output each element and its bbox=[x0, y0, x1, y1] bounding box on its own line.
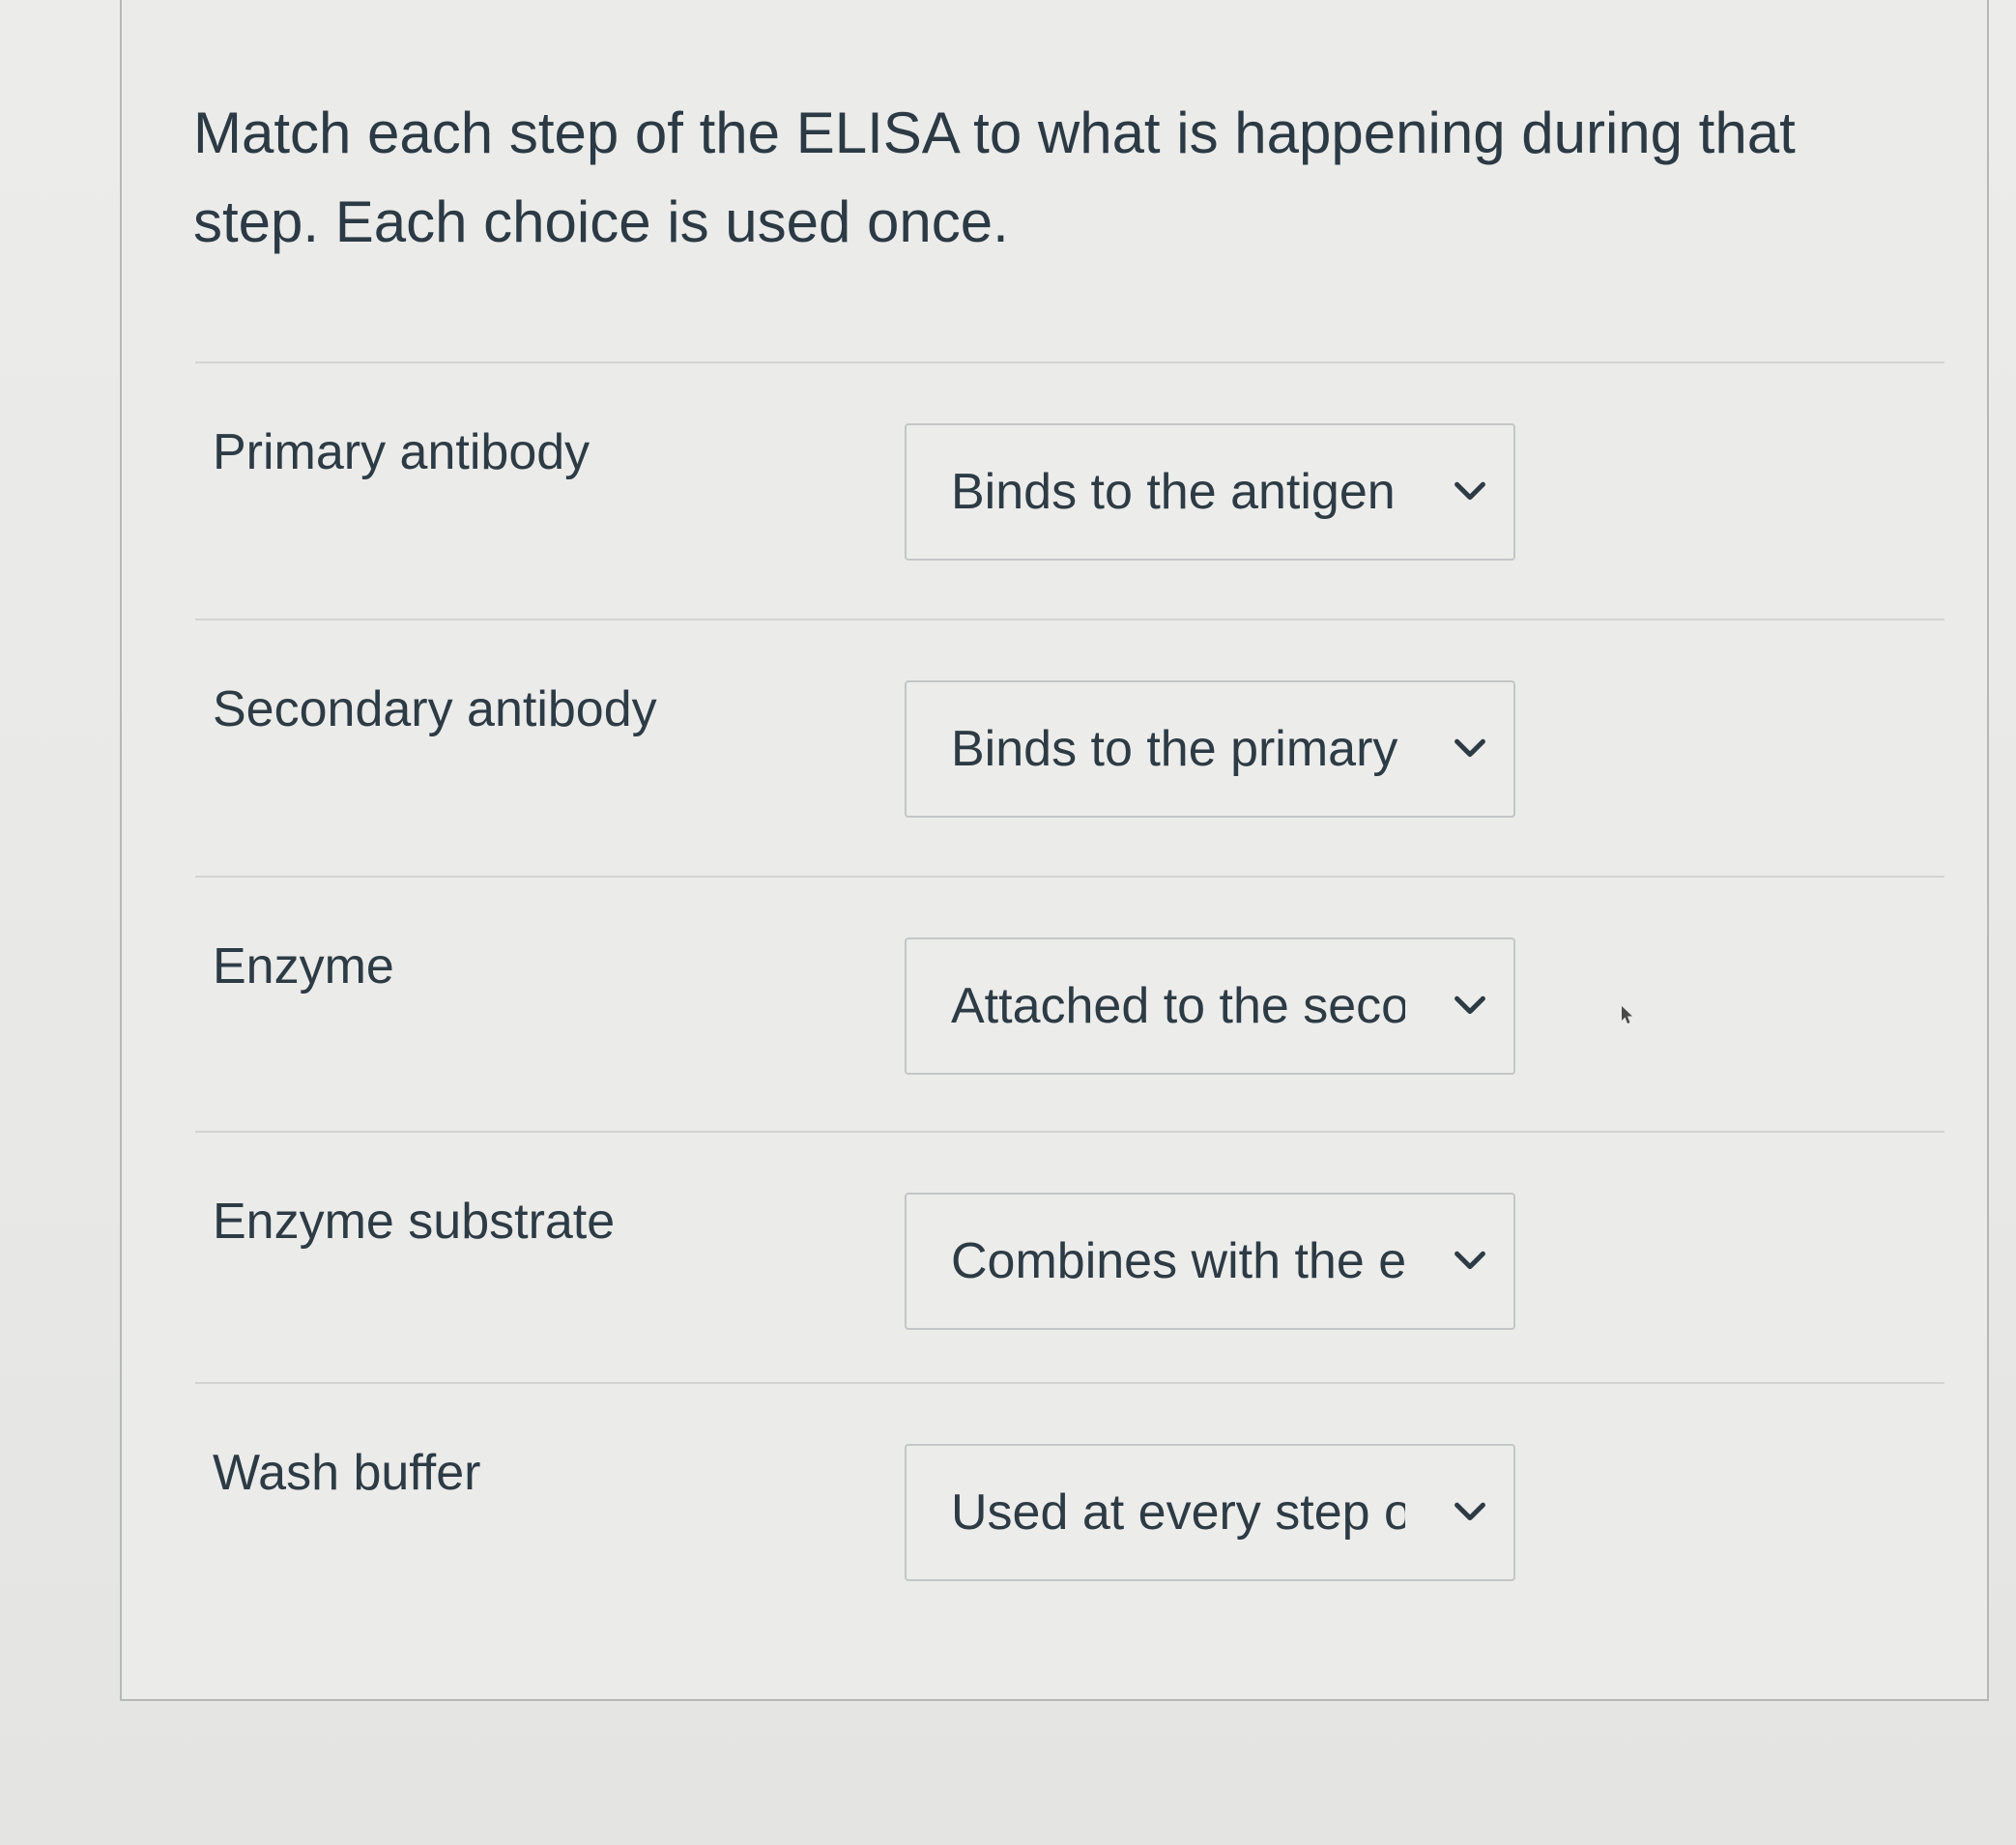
dropdown-selected-value: Binds to the primary bbox=[951, 721, 1398, 777]
match-row-secondary-antibody: Secondary antibody Binds to the primary bbox=[195, 619, 1944, 878]
chevron-down-icon bbox=[1454, 1502, 1485, 1521]
match-row-wash-buffer: Wash buffer Used at every step o bbox=[195, 1382, 1944, 1641]
question-card: Match each step of the ELISA to what is … bbox=[120, 0, 1989, 1701]
chevron-down-icon bbox=[1454, 481, 1485, 501]
chevron-down-icon bbox=[1454, 1251, 1485, 1270]
match-row-enzyme-substrate: Enzyme substrate Combines with the e bbox=[195, 1131, 1944, 1390]
dropdown-selected-value: Used at every step o bbox=[951, 1485, 1405, 1541]
answer-dropdown[interactable]: Binds to the primary bbox=[905, 680, 1515, 818]
answer-dropdown[interactable]: Binds to the antigen bbox=[905, 423, 1515, 561]
chevron-down-icon bbox=[1454, 738, 1485, 758]
match-row-primary-antibody: Primary antibody Binds to the antigen bbox=[195, 361, 1944, 620]
row-label: Primary antibody bbox=[213, 424, 590, 480]
row-label: Wash buffer bbox=[213, 1445, 481, 1501]
answer-dropdown[interactable]: Combines with the e bbox=[905, 1193, 1515, 1330]
match-row-enzyme: Enzyme Attached to the seco bbox=[195, 876, 1944, 1135]
cursor-icon bbox=[1622, 1006, 1632, 1023]
answer-dropdown[interactable]: Used at every step o bbox=[905, 1444, 1515, 1581]
dropdown-selected-value: Binds to the antigen bbox=[951, 464, 1396, 520]
row-label: Enzyme bbox=[213, 938, 394, 995]
answer-dropdown[interactable]: Attached to the seco bbox=[905, 937, 1515, 1075]
chevron-down-icon bbox=[1454, 995, 1485, 1015]
dropdown-selected-value: Combines with the e bbox=[951, 1233, 1405, 1289]
row-label: Secondary antibody bbox=[213, 681, 657, 737]
question-prompt: Match each step of the ELISA to what is … bbox=[193, 101, 1796, 254]
quiz-page: Match each step of the ELISA to what is … bbox=[0, 0, 2016, 1845]
dropdown-selected-value: Attached to the seco bbox=[951, 978, 1405, 1034]
row-label: Enzyme substrate bbox=[213, 1194, 616, 1250]
